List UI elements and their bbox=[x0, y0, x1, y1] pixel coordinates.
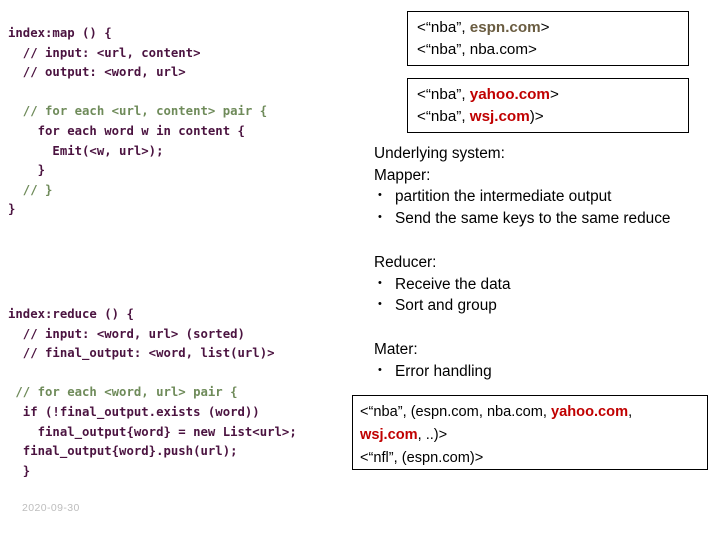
box-3-segment: yahoo.com bbox=[551, 404, 629, 420]
box-2-segment: <“nba”, bbox=[417, 108, 470, 125]
map-code-line: Emit(<w, url>); bbox=[8, 142, 267, 162]
reduce-code-segment: // for each <word, url> pair { bbox=[8, 385, 238, 400]
mapper-output-box-espn: <“nba”, espn.com> <“nba”, nba.com> bbox=[407, 11, 689, 66]
reduce-code-line: index:reduce () { bbox=[8, 305, 297, 325]
reduce-function-code-block: index:reduce () { // input: <word, url> … bbox=[8, 305, 297, 481]
map-code-line: } bbox=[8, 161, 267, 181]
reduce-code-segment: // final_output: <word, list(url)> bbox=[8, 346, 275, 361]
reduce-code-segment: // input: <word, url> (sorted) bbox=[8, 326, 245, 341]
box-3-line: <“nba”, (espn.com, nba.com, yahoo.com, bbox=[360, 401, 707, 424]
box-2-line: <“nba”, wsj.com)> bbox=[417, 106, 688, 128]
box-3-segment: , ..)> bbox=[417, 427, 448, 443]
reduce-code-segment: final_output{word}.push(url); bbox=[8, 444, 238, 459]
master-notes: Mater: Error handling bbox=[374, 339, 492, 382]
map-code-segment bbox=[8, 85, 15, 99]
box-3-segment: , bbox=[628, 404, 633, 420]
reduce-code-line bbox=[8, 364, 297, 384]
box-2-segment: <“nba”, bbox=[417, 86, 470, 103]
map-code-line: index:map () { bbox=[8, 24, 267, 44]
box-3-segment: wsj.com bbox=[360, 427, 418, 443]
box-2-line: <“nba”, yahoo.com> bbox=[417, 84, 688, 106]
map-code-line: // input: <url, content> bbox=[8, 44, 267, 64]
reducer-final-output-box: <“nba”, (espn.com, nba.com, yahoo.com, ws… bbox=[352, 395, 708, 470]
reduce-code-line: final_output{word}.push(url); bbox=[8, 442, 297, 462]
box-3-segment: <“nfl”, (espn.com)> bbox=[360, 450, 484, 466]
reduce-code-line: final_output{word} = new List<url>; bbox=[8, 423, 297, 443]
reducer-bullet-2: Sort and group bbox=[374, 294, 511, 317]
map-function-code-block: index:map () { // input: <url, content> … bbox=[8, 24, 267, 220]
box-3-line: <“nfl”, (espn.com)> bbox=[360, 447, 707, 470]
map-code-segment: } bbox=[8, 163, 46, 178]
reduce-code-line: // final_output: <word, list(url)> bbox=[8, 344, 297, 364]
box-1-segment: <“nba”, nba.com> bbox=[417, 41, 537, 58]
box-3-line: wsj.com, ..)> bbox=[360, 424, 707, 447]
underlying-system-notes: Underlying system: Mapper: partition the… bbox=[374, 143, 670, 229]
reducer-bullet-1: Receive the data bbox=[374, 273, 511, 296]
map-code-segment: } bbox=[8, 202, 16, 217]
master-bullet-1: Error handling bbox=[374, 360, 492, 383]
master-heading: Mater: bbox=[374, 341, 418, 358]
box-2-segment: yahoo.com bbox=[469, 86, 550, 103]
map-code-segment: index:map () { bbox=[8, 26, 112, 40]
box-1-line: <“nba”, nba.com> bbox=[417, 39, 688, 61]
underlying-system-heading: Underlying system: bbox=[374, 145, 505, 162]
reduce-code-line: // input: <word, url> (sorted) bbox=[8, 325, 297, 345]
reduce-code-segment: } bbox=[8, 463, 31, 478]
box-2-segment: wsj.com bbox=[469, 108, 530, 125]
map-code-segment: for each word w in content { bbox=[8, 123, 245, 138]
box-2-segment: > bbox=[549, 86, 559, 103]
mapper-bullet-1: partition the intermediate output bbox=[374, 185, 670, 208]
map-code-line bbox=[8, 83, 267, 103]
map-code-line: // for each <url, content> pair { bbox=[8, 102, 267, 122]
box-1-segment: <“nba”, bbox=[417, 19, 470, 36]
map-code-segment: // } bbox=[8, 182, 53, 197]
box-1-segment: espn.com bbox=[469, 19, 541, 36]
map-code-line: // } bbox=[8, 181, 267, 201]
box-1-line: <“nba”, espn.com> bbox=[417, 17, 688, 39]
reduce-code-segment bbox=[8, 366, 15, 380]
box-3-segment: <“nba”, (espn.com, nba.com, bbox=[360, 404, 552, 420]
map-code-segment: // input: <url, content> bbox=[8, 45, 201, 60]
mapper-output-box-yahoo: <“nba”, yahoo.com> <“nba”, wsj.com)> bbox=[407, 78, 689, 133]
mapper-bullet-2: Send the same keys to the same reduce bbox=[374, 207, 670, 230]
mapper-subheading: Mapper: bbox=[374, 166, 431, 184]
reducer-heading: Reducer: bbox=[374, 254, 437, 271]
reduce-code-segment: final_output{word} = new List<url>; bbox=[8, 424, 297, 439]
footer-date: 2020-09-30 bbox=[22, 502, 80, 514]
map-code-line: } bbox=[8, 200, 267, 220]
map-code-segment: // output: <word, url> bbox=[8, 65, 186, 80]
map-code-line: // output: <word, url> bbox=[8, 63, 267, 83]
box-1-segment: > bbox=[540, 19, 550, 36]
reduce-code-segment: if (!final_output.exists (word)) bbox=[8, 404, 260, 419]
box-2-segment: )> bbox=[529, 108, 544, 125]
map-code-line: for each word w in content { bbox=[8, 122, 267, 142]
reducer-notes: Reducer: Receive the data Sort and group bbox=[374, 252, 511, 317]
map-code-segment: Emit(<w, url>); bbox=[8, 143, 164, 158]
map-code-segment: // for each <url, content> pair { bbox=[8, 104, 268, 119]
reduce-code-line: if (!final_output.exists (word)) bbox=[8, 403, 297, 423]
reduce-code-line: } bbox=[8, 462, 297, 482]
reduce-code-segment: index:reduce () { bbox=[8, 307, 134, 321]
reduce-code-line: // for each <word, url> pair { bbox=[8, 383, 297, 403]
